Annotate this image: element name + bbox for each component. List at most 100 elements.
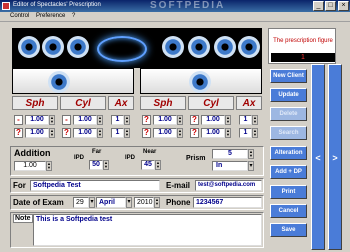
right-sph-field[interactable]: 1.00 [153, 115, 177, 125]
day-select[interactable]: 29 [73, 197, 89, 208]
far-field[interactable]: 50 [89, 160, 103, 170]
print-button[interactable]: Print [270, 185, 307, 199]
menu-help[interactable]: ? [72, 13, 75, 19]
right-sph-spinner[interactable]: ▲ ▼ [177, 115, 183, 125]
far-spinner[interactable]: ▲ ▼ [103, 160, 109, 170]
left-cyl-sign[interactable]: - [62, 115, 71, 125]
prism-value-field[interactable]: 5 [212, 149, 248, 159]
right-ax-field[interactable]: 1 [239, 115, 252, 125]
right-sph-field-2[interactable]: 1.00 [153, 128, 177, 138]
left-eye-panel [12, 68, 134, 94]
date-of-exam-label: Date of Exam [13, 198, 64, 207]
figure-panel: The prescription figure 1 [268, 28, 336, 64]
right-cyl-sign-2[interactable]: ? [190, 128, 199, 138]
left-ax-field[interactable]: 1 [111, 115, 124, 125]
near-label: Near [143, 149, 157, 155]
left-cyl-spinner-2[interactable]: ▲ ▼ [97, 128, 103, 138]
year-field[interactable]: 2010 [134, 197, 154, 208]
addition-field[interactable]: 1.00 [14, 161, 46, 171]
previous-button[interactable]: < [311, 64, 325, 250]
title-bar: Editor of Spectacles' Prescription SOFTP… [0, 0, 350, 12]
right-sph-sign[interactable]: ? [142, 115, 151, 125]
right-sph-sign-2[interactable]: ? [142, 128, 151, 138]
figure-title: The prescription figure [273, 38, 333, 44]
note-label: Note [13, 214, 33, 223]
right-ax-spinner-2[interactable]: ▲ ▼ [252, 128, 258, 138]
email-label: E-mail [166, 181, 191, 190]
chevron-right-icon: > [332, 153, 338, 163]
left-sph-spinner-2[interactable]: ▲ ▼ [49, 128, 55, 138]
email-field[interactable]: test@softpedia.com [195, 180, 262, 191]
client-name-field[interactable]: Softpedia Test [30, 180, 160, 191]
minimize-button[interactable]: _ [313, 1, 324, 11]
right-sph-header: Sph [140, 96, 186, 110]
right-sph-spinner-2[interactable]: ▲ ▼ [177, 128, 183, 138]
close-button[interactable]: × [338, 1, 349, 11]
left-ax-header: Ax [108, 96, 134, 110]
update-button[interactable]: Update [270, 88, 307, 102]
prism-label: Prism [186, 155, 206, 162]
left-sph-field[interactable]: 1.00 [25, 115, 49, 125]
left-sph-field-2[interactable]: 1.00 [25, 128, 49, 138]
ipd-far-label: IPD [74, 155, 85, 161]
maximize-button[interactable]: □ [325, 1, 336, 11]
left-cyl-sign-2[interactable]: ? [62, 128, 71, 138]
month-select[interactable]: April [96, 197, 126, 208]
right-ax-field-2[interactable]: 1 [239, 128, 252, 138]
right-cyl-header: Cyl [188, 96, 234, 110]
ipd-near-label: IPD [125, 155, 136, 161]
left-ax-spinner-2[interactable]: ▲ ▼ [124, 128, 130, 138]
addition-label: Addition [14, 148, 51, 158]
search-button[interactable]: Search [270, 126, 307, 140]
far-label: Far [92, 149, 102, 155]
menu-control[interactable]: Control [10, 13, 29, 19]
watermark: SOFTPEDIA [150, 0, 226, 11]
right-cyl-spinner-2[interactable]: ▲ ▼ [225, 128, 231, 138]
save-button[interactable]: Save [270, 223, 307, 237]
banner-image [12, 28, 262, 68]
cancel-button[interactable]: Cancel [270, 204, 307, 218]
right-cyl-sign[interactable]: ? [190, 115, 199, 125]
app-icon [2, 2, 10, 10]
left-eye-image [48, 71, 70, 93]
glasses-graphic [97, 36, 147, 62]
right-eye-panel [140, 68, 262, 94]
figure-number: 1 [271, 53, 335, 62]
left-sph-spinner[interactable]: ▲ ▼ [49, 115, 55, 125]
left-sph-header: Sph [12, 96, 58, 110]
right-ax-header: Ax [236, 96, 262, 110]
left-cyl-header: Cyl [60, 96, 106, 110]
chevron-left-icon: < [315, 153, 321, 163]
left-cyl-spinner[interactable]: ▲ ▼ [97, 115, 103, 125]
right-cyl-field[interactable]: 1.00 [201, 115, 225, 125]
left-cyl-field-2[interactable]: 1.00 [73, 128, 97, 138]
near-field[interactable]: 45 [141, 160, 155, 170]
day-dropdown[interactable]: ▾ [89, 197, 95, 208]
for-label: For [13, 181, 26, 190]
menu-bar: Control Preference ? [0, 12, 350, 22]
left-ax-spinner[interactable]: ▲ ▼ [124, 115, 130, 125]
left-sph-sign-2[interactable]: ? [14, 128, 23, 138]
addition-spinner[interactable]: ▲ ▼ [46, 161, 52, 171]
month-dropdown[interactable]: ▾ [126, 197, 132, 208]
prism-spinner[interactable]: ▲ ▼ [248, 149, 254, 159]
delete-button[interactable]: Delete [270, 107, 307, 121]
left-sph-sign[interactable]: - [14, 115, 23, 125]
prism-direction-dropdown[interactable]: ▾ [248, 161, 254, 171]
right-ax-spinner[interactable]: ▲ ▼ [252, 115, 258, 125]
left-ax-field-2[interactable]: 1 [111, 128, 124, 138]
next-button[interactable]: > [328, 64, 342, 250]
add-dp-button[interactable]: Add + DP [270, 165, 307, 179]
right-cyl-field-2[interactable]: 1.00 [201, 128, 225, 138]
alteration-button[interactable]: Alteration [270, 146, 307, 160]
near-spinner[interactable]: ▲ ▼ [155, 160, 161, 170]
menu-preference[interactable]: Preference [36, 13, 65, 19]
year-spinner[interactable]: ▲ ▼ [154, 197, 160, 208]
right-cyl-spinner[interactable]: ▲ ▼ [225, 115, 231, 125]
window-title: Editor of Spectacles' Prescription [13, 2, 101, 8]
new-client-button[interactable]: New Client [270, 69, 307, 83]
left-cyl-field[interactable]: 1.00 [73, 115, 97, 125]
prism-direction-select[interactable]: In [212, 161, 248, 171]
note-field[interactable]: This is a Softpedia test [33, 214, 262, 246]
phone-field[interactable]: 1234567 [193, 197, 262, 208]
